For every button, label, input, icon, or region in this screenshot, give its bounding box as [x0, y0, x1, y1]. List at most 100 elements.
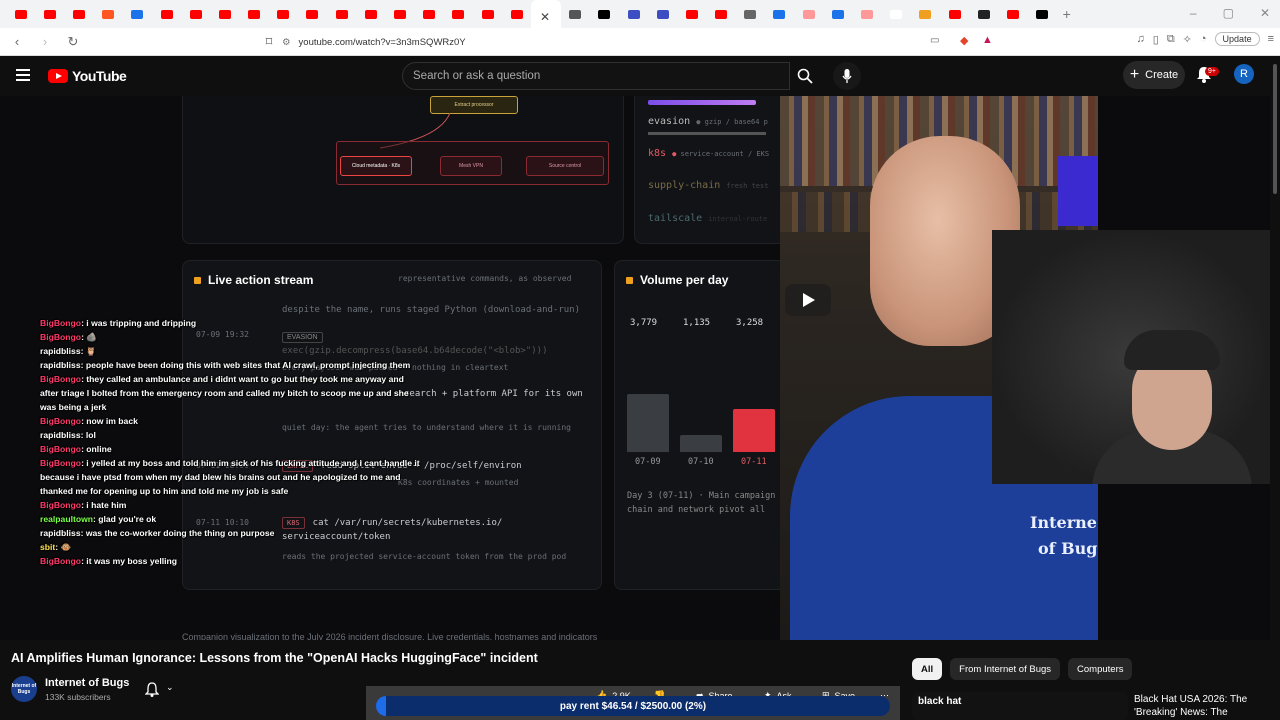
chevron-down-icon[interactable]: ⌄ — [166, 682, 174, 693]
channel-avatar[interactable]: Internet of Bugs — [11, 676, 37, 702]
channel-name[interactable]: Internet of Bugs — [45, 677, 129, 689]
site-info-icon[interactable]: ⚙ — [282, 37, 291, 48]
browser-tab[interactable] — [298, 0, 327, 28]
account-avatar[interactable]: R — [1234, 64, 1254, 84]
logo-text: YouTube — [72, 68, 127, 84]
video-player[interactable]: Extract processor Cloud metadata · K8s M… — [0, 96, 1270, 640]
browser-tab[interactable] — [736, 0, 765, 28]
subscribed-bell-button[interactable] — [144, 682, 160, 702]
browser-tab[interactable] — [240, 0, 269, 28]
browser-tab[interactable] — [619, 0, 648, 28]
browser-tab[interactable] — [385, 0, 414, 28]
browser-tab[interactable] — [415, 0, 444, 28]
tab-favicon-icon — [948, 9, 961, 19]
tab-favicon-icon — [423, 9, 436, 19]
browser-tab[interactable] — [35, 0, 64, 28]
chat-text: : i was tripping and dripping — [81, 318, 197, 328]
search-button[interactable] — [790, 62, 820, 90]
browser-tab[interactable] — [356, 0, 385, 28]
chip-computers[interactable]: Computers — [1068, 658, 1133, 680]
browser-tab[interactable] — [6, 0, 35, 28]
search-icon — [797, 68, 813, 84]
browser-tab[interactable] — [327, 0, 356, 28]
shirt-logo-text: Interne of Bug — [1030, 513, 1098, 558]
youtube-header: YouTube Search or ask a question + Creat… — [0, 56, 1280, 96]
browser-tab[interactable] — [152, 0, 181, 28]
cast-icon[interactable]: ▭ — [930, 35, 939, 46]
browser-tab[interactable] — [998, 0, 1027, 28]
microphone-icon — [842, 68, 852, 83]
browser-tab[interactable] — [473, 0, 502, 28]
tab-favicon-icon — [1036, 9, 1049, 19]
browser-tab[interactable] — [123, 0, 152, 28]
browser-tab[interactable]: ✕ — [531, 0, 561, 28]
search-input[interactable]: Search or ask a question — [402, 62, 790, 90]
chat-username: realpaultown — [40, 514, 94, 524]
tab-favicon-icon — [218, 9, 231, 19]
browser-tab[interactable] — [210, 0, 239, 28]
reload-icon[interactable]: ↻ — [62, 34, 84, 50]
brave-rewards-icon[interactable]: ▲ — [982, 34, 993, 46]
chat-message: BigBongo: 🪨 — [40, 330, 420, 344]
bookmark-icon[interactable]: ⌑ — [258, 34, 280, 50]
minimize-icon[interactable]: – — [1190, 6, 1197, 20]
new-tab-button[interactable]: + — [1057, 6, 1077, 22]
chat-text: : glad you're ok — [93, 514, 157, 524]
update-button[interactable]: Update — [1214, 32, 1260, 46]
browser-tab[interactable] — [561, 0, 590, 28]
voice-search-button[interactable] — [833, 62, 861, 90]
chip-all[interactable]: All — [912, 658, 943, 680]
menu-icon[interactable]: ≡ — [1268, 33, 1274, 45]
tab-favicon-icon — [685, 9, 698, 19]
browser-tab[interactable] — [911, 0, 940, 28]
recommended-video-title[interactable]: Black Hat USA 2026: The 'Breaking' News:… — [1134, 693, 1274, 719]
browser-tab[interactable] — [852, 0, 881, 28]
address-bar[interactable]: ⚙ youtube.com/watch?v=3n3mSQWRz0Y — [282, 32, 466, 52]
page-scrollbar[interactable] — [1270, 56, 1280, 720]
tab-favicon-icon — [102, 9, 115, 19]
forward-icon[interactable]: › — [34, 34, 56, 49]
browser-tab[interactable] — [940, 0, 969, 28]
video-play-overlay-icon[interactable] — [785, 284, 831, 316]
vpn-icon[interactable]: ◔ — [1200, 33, 1207, 45]
browser-tab[interactable] — [882, 0, 911, 28]
volume-day-label: 07-11 — [741, 457, 767, 467]
screenshot-icon[interactable]: ⧉ — [1167, 33, 1175, 46]
chat-text: : i hate him — [81, 500, 127, 510]
browser-tab[interactable] — [794, 0, 823, 28]
browser-tab[interactable] — [969, 0, 998, 28]
browser-tab[interactable] — [648, 0, 677, 28]
ai-icon[interactable]: ✧ — [1183, 33, 1192, 46]
maximize-icon[interactable]: ▢ — [1223, 6, 1234, 20]
browser-tab[interactable] — [502, 0, 531, 28]
music-icon[interactable]: ♫ — [1137, 33, 1145, 45]
browser-tab[interactable] — [677, 0, 706, 28]
browser-tab[interactable] — [590, 0, 619, 28]
browser-tab[interactable] — [707, 0, 736, 28]
close-tab-icon[interactable]: ✕ — [540, 10, 552, 24]
browser-tab[interactable] — [64, 0, 93, 28]
create-button[interactable]: + Create — [1123, 61, 1185, 89]
volume-bar — [733, 409, 775, 452]
browser-tab[interactable] — [823, 0, 852, 28]
browser-tab[interactable] — [269, 0, 298, 28]
tab-favicon-icon — [14, 9, 27, 19]
stream-title: Live action stream — [194, 273, 313, 287]
close-window-icon[interactable]: ✕ — [1260, 6, 1270, 20]
browser-tab[interactable] — [1028, 0, 1057, 28]
brave-shield-icon[interactable]: ◆ — [960, 34, 968, 47]
chat-text: : people have been doing this with web s… — [80, 360, 411, 370]
sidebar-icon[interactable]: ▯ — [1153, 33, 1159, 46]
chip-from-channel[interactable]: From Internet of Bugs — [950, 658, 1061, 680]
back-icon[interactable]: ‹ — [6, 34, 28, 49]
recommended-video-thumbnail[interactable]: black hat — [912, 692, 1128, 720]
youtube-logo[interactable]: YouTube — [48, 68, 127, 84]
browser-tab[interactable] — [181, 0, 210, 28]
chat-username: BigBongo — [40, 416, 82, 426]
browser-tab[interactable] — [765, 0, 794, 28]
thumbnail-text: black hat — [918, 696, 962, 707]
browser-tab[interactable] — [94, 0, 123, 28]
diagram-box-mesh-vpn: Mesh VPN — [440, 156, 502, 176]
hamburger-menu-icon[interactable] — [16, 69, 30, 84]
browser-tab[interactable] — [444, 0, 473, 28]
